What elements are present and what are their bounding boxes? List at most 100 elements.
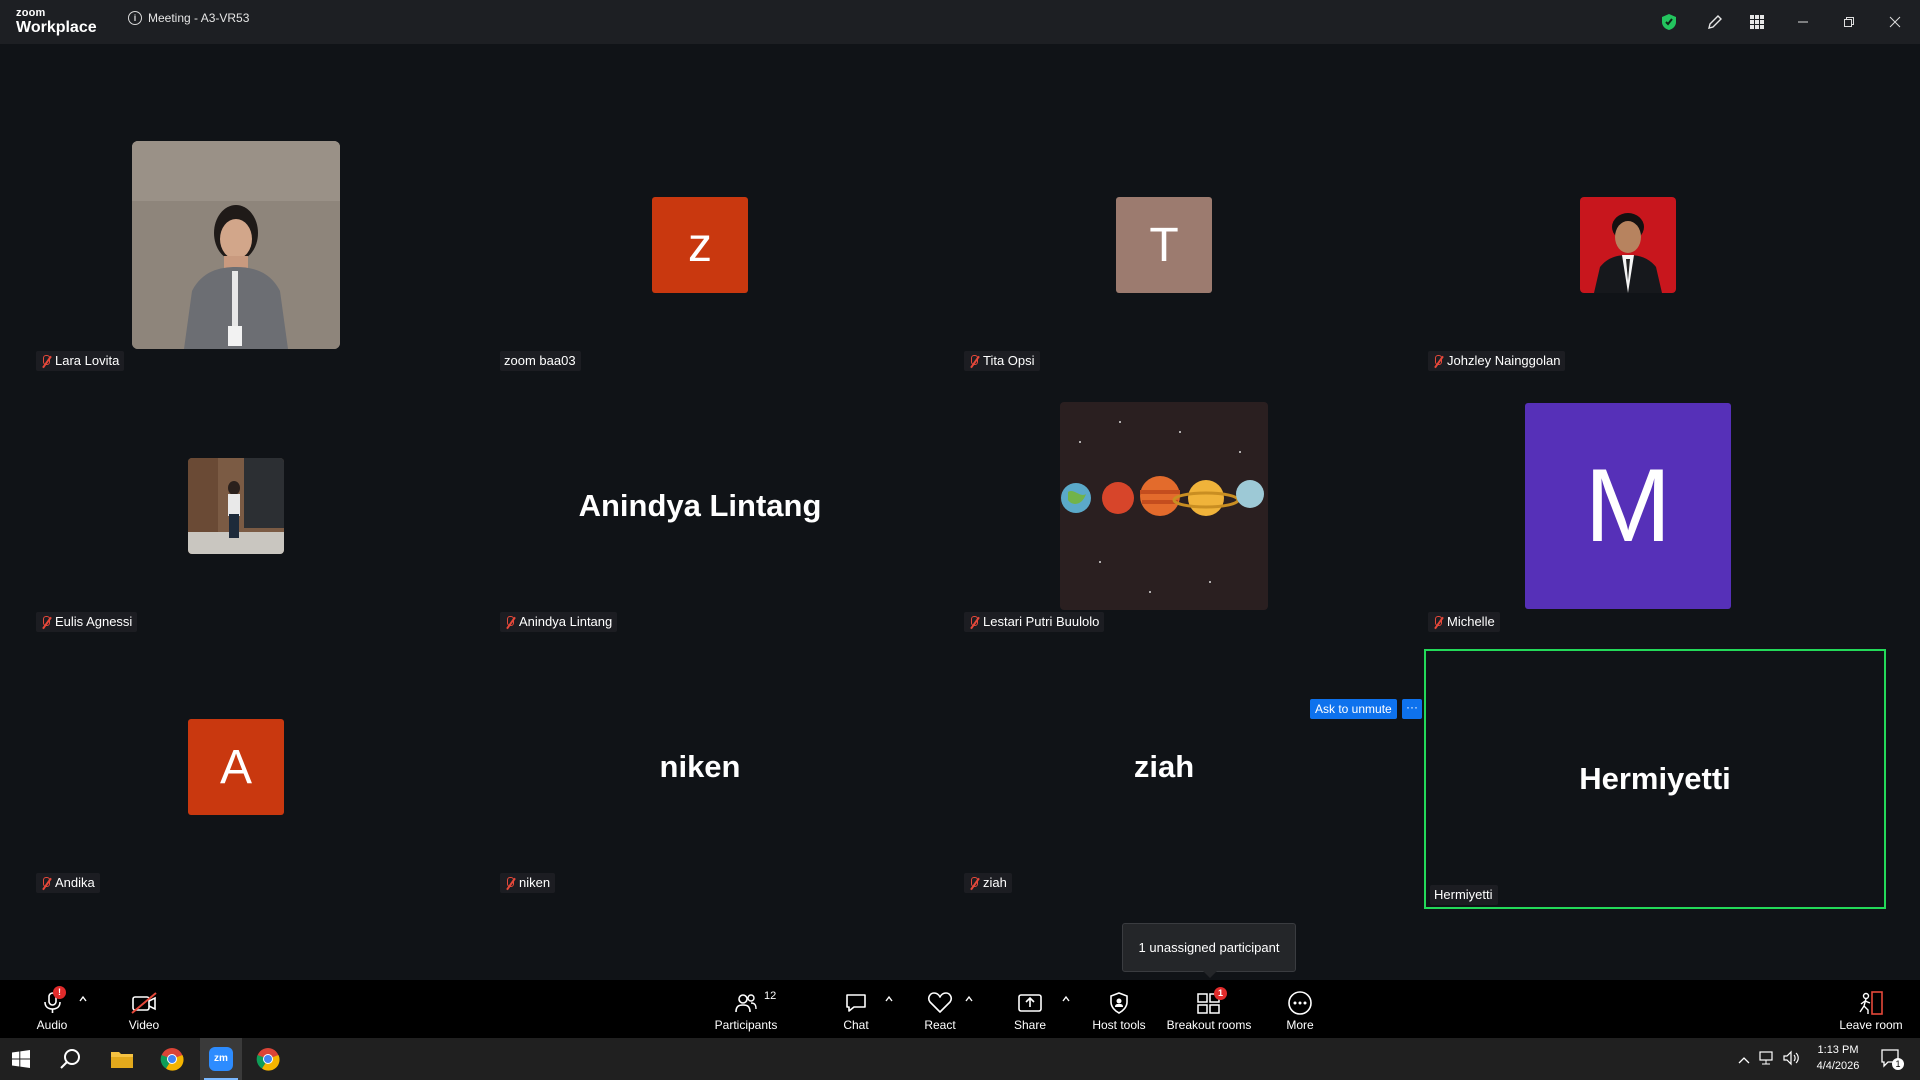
participant-name: Eulis Agnessi [55,614,133,629]
muted-mic-icon [968,615,980,629]
security-shield-icon[interactable] [1656,0,1682,44]
tooltip-text: 1 unassigned participant [1138,940,1280,955]
windows-start-icon[interactable] [12,1050,30,1073]
clock[interactable]: 1:13 PM 4/4/2026 [1808,1042,1868,1074]
participant-tile[interactable]: M Michelle [1396,376,1860,636]
muted-mic-icon [1432,615,1444,629]
breakout-rooms-badge: 1 [1214,987,1227,1000]
close-icon[interactable] [1880,0,1910,44]
participant-name-tag: zoom baa03 [500,351,581,371]
participant-name: Lara Lovita [55,353,120,368]
video-off-icon [130,989,158,1017]
participant-tile[interactable]: Lara Lovita [4,115,468,375]
participant-tile[interactable]: Eulis Agnessi [4,376,468,636]
participant-tile[interactable]: Lestari Putri Buulolo [932,376,1396,636]
participant-name-tag: Andika [36,873,100,893]
video-button[interactable]: Video [114,980,174,1038]
muted-mic-icon [40,876,52,890]
audio-warning-badge: ! [53,986,66,999]
muted-mic-icon [1432,354,1444,368]
breakout-rooms-button[interactable]: 1 Breakout rooms [1164,980,1254,1038]
annotate-pencil-icon[interactable] [1700,0,1730,44]
participant-name-tag: Eulis Agnessi [36,612,138,632]
network-icon[interactable] [1758,1050,1776,1071]
show-hidden-icons-chevron-icon[interactable] [1738,1052,1750,1070]
windows-taskbar: zm 1:13 PM 4/4/2026 1 [0,1038,1920,1080]
participant-name-tag: Tita Opsi [964,351,1040,371]
participant-name: Johzley Nainggolan [1447,353,1561,368]
unassigned-participant-tooltip: 1 unassigned participant [1122,923,1296,978]
participant-photo [1060,402,1268,610]
active-speaker-tile[interactable]: Hermiyetti Hermiyetti [1424,649,1886,909]
participant-name: niken [519,875,551,890]
audio-label: Audio [36,1018,68,1032]
chat-button[interactable]: Chat [826,980,886,1038]
restore-icon[interactable] [1834,0,1864,44]
meeting-info[interactable]: i Meeting - A3-VR53 [128,11,249,25]
react-options-chevron-icon[interactable] [964,994,974,1004]
participant-name: Lestari Putri Buulolo [983,614,1100,629]
volume-icon[interactable] [1782,1050,1800,1071]
participant-tile[interactable]: Johzley Nainggolan [1396,115,1860,375]
participant-avatar: A [188,719,284,815]
participant-display-name: niken [659,749,741,784]
muted-mic-icon [40,354,52,368]
participant-name-tag: Lestari Putri Buulolo [964,612,1105,632]
participant-tile[interactable]: niken niken [468,637,932,897]
search-icon[interactable] [60,1048,82,1075]
more-dots-icon [1287,989,1313,1017]
participant-tile[interactable]: z zoom baa03 [468,115,932,375]
audio-button[interactable]: ! Audio [22,980,82,1038]
participant-tile[interactable]: T Tita Opsi [932,115,1396,375]
participant-name: Tita Opsi [983,353,1035,368]
zoom-taskbar-button[interactable]: zm [200,1038,242,1080]
logo-bottom: Workplace [16,19,97,36]
muted-mic-icon [968,354,980,368]
more-button[interactable]: More [1270,980,1330,1038]
title-bar: zoom Workplace i Meeting - A3-VR53 [0,0,1920,44]
participants-button[interactable]: 12 Participants [710,980,782,1038]
participant-name: Michelle [1447,614,1495,629]
meeting-toolbar: ! Audio Video 12 Participants Chat React [0,980,1920,1038]
participant-avatar: M [1525,403,1731,609]
participant-avatar: z [652,197,748,293]
file-explorer-icon[interactable] [110,1049,134,1074]
zoom-app-icon: zm [209,1047,233,1071]
share-button[interactable]: Share [1000,980,1060,1038]
leave-room-icon [1856,989,1886,1017]
minimize-icon[interactable] [1788,0,1818,44]
participant-name-tag: Johzley Nainggolan [1428,351,1566,371]
tile-more-options-button[interactable]: ··· [1402,699,1422,719]
notifications-icon[interactable]: 1 [1880,1048,1904,1075]
participant-name: Andika [55,875,95,890]
gallery-view: Lara Lovita z zoom baa03 T Tita Opsi Joh… [0,44,1920,980]
ask-to-unmute-button[interactable]: Ask to unmute [1310,699,1397,719]
clock-date: 4/4/2026 [1816,1060,1860,1072]
participant-name-tag: Michelle [1428,612,1500,632]
meeting-title: Meeting - A3-VR53 [148,11,250,25]
participant-tile[interactable]: ziah ziah [932,637,1396,897]
chrome-icon[interactable] [256,1047,280,1076]
participant-photo [188,458,284,554]
audio-options-chevron-icon[interactable] [78,994,88,1004]
breakout-rooms-icon: 1 [1196,987,1227,1017]
participant-tile[interactable]: Anindya Lintang Anindya Lintang [468,376,932,636]
muted-mic-icon [504,876,516,890]
leave-room-button[interactable]: Leave room [1836,980,1906,1038]
participant-name-tag: niken [500,873,556,893]
participant-display-name: Anindya Lintang [578,488,822,523]
host-tools-button[interactable]: Host tools [1085,980,1153,1038]
participant-name-tag: Anindya Lintang [500,612,618,632]
chat-options-chevron-icon[interactable] [884,994,894,1004]
share-options-chevron-icon[interactable] [1061,994,1071,1004]
apps-grid-icon[interactable] [1742,0,1772,44]
info-icon[interactable]: i [128,11,142,25]
participants-label: Participants [714,1018,778,1032]
participant-tile[interactable]: A Andika [4,637,468,897]
heart-icon [927,989,953,1017]
participant-photo [132,141,340,349]
react-button[interactable]: React [910,980,970,1038]
chrome-icon[interactable] [160,1047,184,1076]
participant-name-tag: Lara Lovita [36,351,125,371]
participants-icon: 12 [734,989,776,1017]
